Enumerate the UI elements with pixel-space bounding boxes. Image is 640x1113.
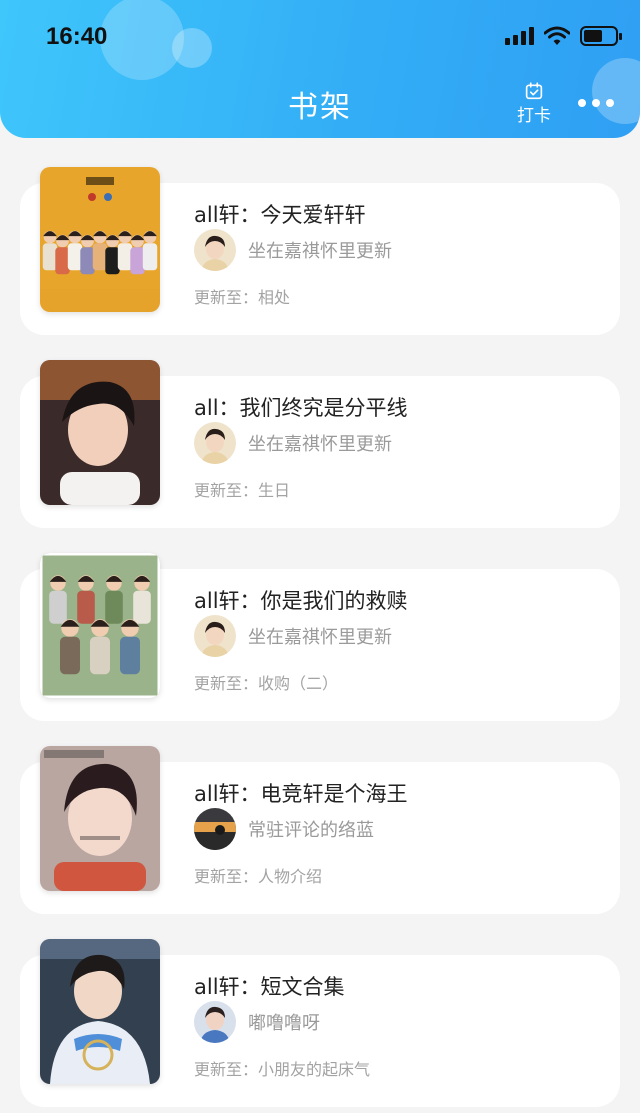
author-name: 嘟噜噜呀 [248, 1013, 320, 1034]
dot [592, 99, 600, 107]
author-avatar [194, 808, 236, 850]
book-item[interactable]: all轩：今天爱轩轩 坐在嘉祺怀里更新 更新至：相处 [0, 138, 640, 335]
book-item[interactable]: all轩：短文合集 嘟噜噜呀 更新至：小朋友的起床气 [0, 910, 640, 1107]
book-update-status: 更新至：收购（二） [194, 674, 339, 693]
author-name: 坐在嘉祺怀里更新 [248, 627, 392, 648]
app-header: 16:40 书架 打卡 [0, 0, 640, 138]
book-title[interactable]: all轩：今天爱轩轩 [194, 199, 366, 229]
bookshelf-list: all轩：今天爱轩轩 坐在嘉祺怀里更新 更新至：相处 all：我们终究是分平线 … [0, 138, 640, 1107]
calendar-check-icon [525, 82, 543, 100]
decor-bubble [100, 0, 184, 80]
book-item[interactable]: all轩：电竞轩是个海王 常驻评论的络蓝 更新至：人物介绍 [0, 717, 640, 914]
book-update-status: 更新至：人物介绍 [194, 867, 323, 886]
status-icons [505, 26, 622, 46]
author-avatar [194, 422, 236, 464]
book-author: 坐在嘉祺怀里更新 [194, 229, 392, 271]
book-title[interactable]: all轩：你是我们的救赎 [194, 585, 408, 615]
book-cover-image[interactable] [40, 553, 160, 698]
author-avatar [194, 615, 236, 657]
book-cover-image[interactable] [40, 360, 160, 505]
book-update-status: 更新至：相处 [194, 288, 291, 307]
author-avatar [194, 229, 236, 271]
book-author: 坐在嘉祺怀里更新 [194, 422, 392, 464]
author-name: 坐在嘉祺怀里更新 [248, 241, 392, 262]
book-cover-image[interactable] [40, 746, 160, 891]
signal-icon [505, 27, 534, 45]
book-cover-image[interactable] [40, 939, 160, 1084]
checkin-button[interactable]: 打卡 [514, 82, 554, 126]
decor-bubble [172, 28, 212, 68]
status-time: 16:40 [46, 23, 108, 50]
book-update-status: 更新至：小朋友的起床气 [194, 1060, 371, 1079]
battery-icon [580, 26, 622, 46]
dot [578, 99, 586, 107]
checkin-label: 打卡 [517, 106, 551, 126]
author-avatar [194, 1001, 236, 1043]
dot [606, 99, 614, 107]
book-title[interactable]: all轩：电竞轩是个海王 [194, 778, 408, 808]
author-name: 坐在嘉祺怀里更新 [248, 434, 392, 455]
book-item[interactable]: all轩：你是我们的救赎 坐在嘉祺怀里更新 更新至：收购（二） [0, 524, 640, 721]
book-cover-image[interactable] [40, 167, 160, 312]
book-author: 坐在嘉祺怀里更新 [194, 615, 392, 657]
book-author: 嘟噜噜呀 [194, 1001, 320, 1043]
wifi-icon [544, 26, 570, 45]
more-menu-button[interactable] [578, 96, 614, 110]
book-item[interactable]: all：我们终究是分平线 坐在嘉祺怀里更新 更新至：生日 [0, 331, 640, 528]
book-update-status: 更新至：生日 [194, 481, 291, 500]
book-title[interactable]: all：我们终究是分平线 [194, 392, 408, 422]
book-title[interactable]: all轩：短文合集 [194, 971, 345, 1001]
author-name: 常驻评论的络蓝 [248, 820, 374, 841]
book-author: 常驻评论的络蓝 [194, 808, 374, 850]
